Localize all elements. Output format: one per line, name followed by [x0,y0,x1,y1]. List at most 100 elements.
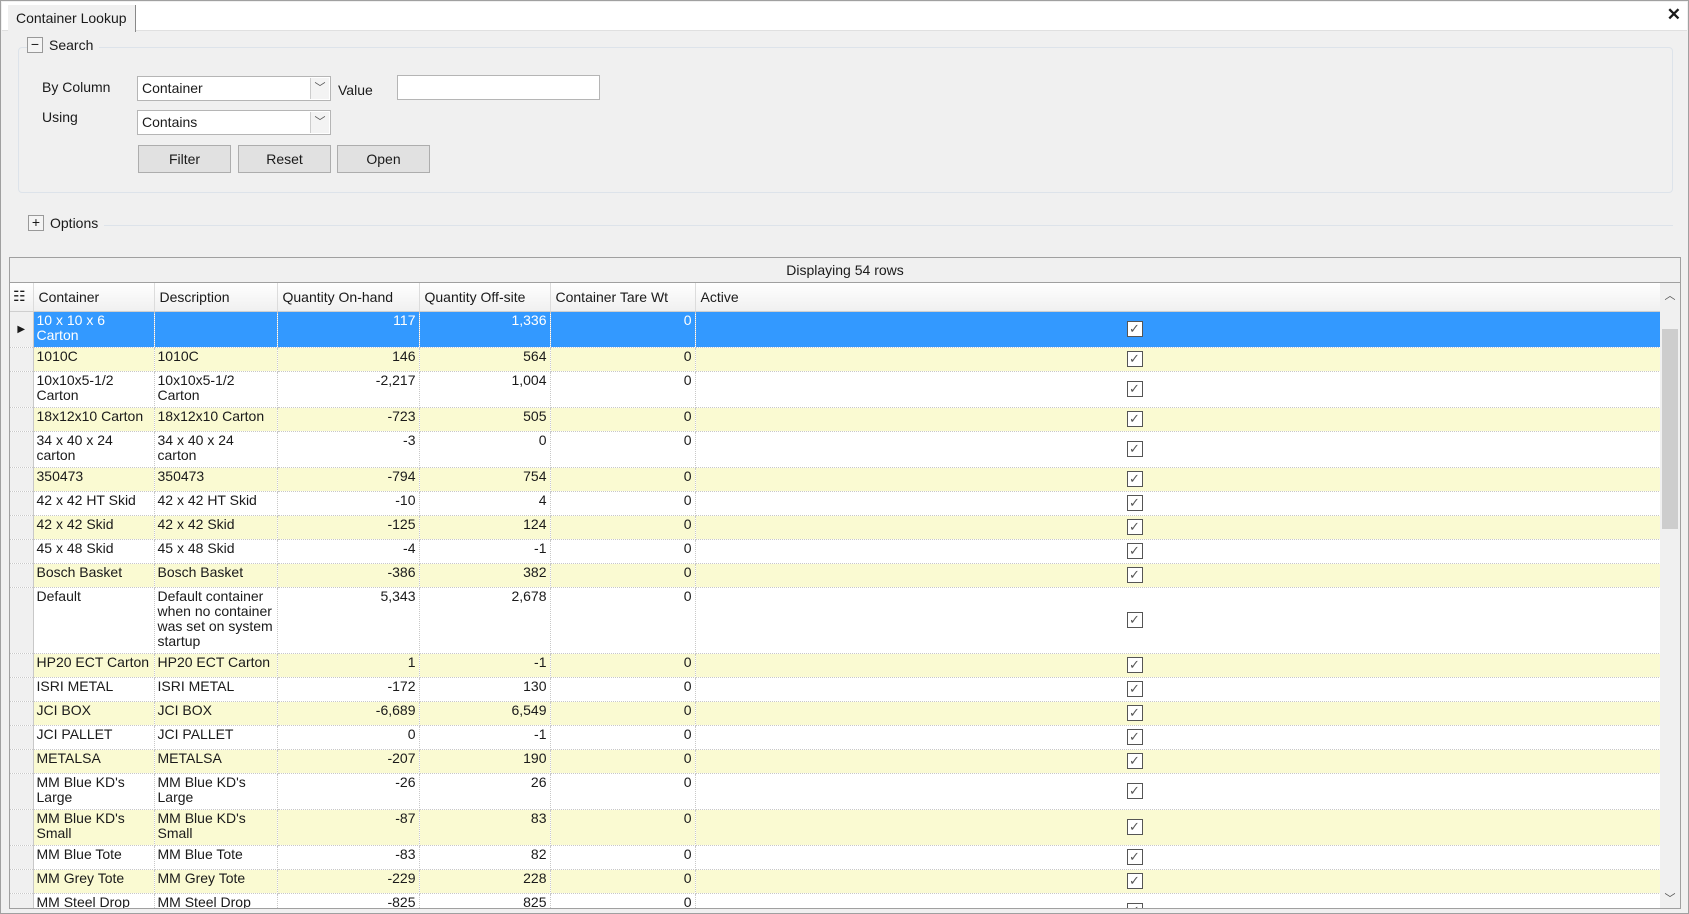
table-row[interactable]: HP20 ECT Carton HP20 ECT Carton 1 -1 0 ✓ [10,653,1661,678]
row-header[interactable] [10,515,34,540]
row-header[interactable] [10,347,34,372]
checkbox-checked-icon[interactable]: ✓ [1126,681,1143,697]
checkbox-checked-icon[interactable]: ✓ [1126,705,1143,721]
open-button[interactable]: Open [337,145,430,173]
checkbox-checked-icon[interactable]: ✓ [1126,321,1143,337]
row-header[interactable] [10,893,34,908]
table-row[interactable]: METALSA METALSA -207 190 0 ✓ [10,749,1661,774]
tab-container-lookup[interactable]: Container Lookup [8,5,136,32]
checkbox-checked-icon[interactable]: ✓ [1126,441,1143,457]
row-header[interactable] [10,467,34,492]
cell-qty-offsite: 130 [419,677,551,702]
expand-options-button[interactable]: + [28,215,44,231]
checkbox-checked-icon[interactable]: ✓ [1126,729,1143,745]
checkbox-checked-icon[interactable]: ✓ [1126,567,1143,583]
reset-button[interactable]: Reset [238,145,331,173]
cell-tare-wt: 0 [550,725,696,750]
scroll-down-icon[interactable]: ﹀ [1660,890,1680,906]
row-header[interactable] [10,677,34,702]
scrollbar-thumb[interactable] [1662,329,1678,529]
table-row[interactable]: ▶ 10 x 10 x 6 Carton 117 1,336 0 ✓ [10,311,1661,348]
checkbox-checked-icon[interactable]: ✓ [1126,471,1143,487]
cell-qty-offsite: 1,004 [419,371,551,408]
table-row[interactable]: MM Steel Drop TubMM Steel Drop Tub-82582… [10,893,1661,908]
column-header-container[interactable]: Container [33,283,155,312]
collapse-search-button[interactable]: − [27,37,43,53]
search-group-title: Search [49,37,94,53]
close-icon[interactable]: ✕ [1667,5,1681,25]
value-input[interactable] [397,75,600,100]
row-header[interactable] [10,809,34,846]
column-header-quantity-on-hand[interactable]: Quantity On-hand [277,283,420,312]
cell-container: 10x10x5-1/2 Carton [33,371,155,408]
chevron-down-icon[interactable]: ﹀ [310,112,329,133]
cell-qty-offsite: 754 [419,467,551,492]
vertical-scrollbar[interactable]: ︿ ﹀ [1660,283,1680,908]
checkbox-checked-icon[interactable]: ✓ [1126,657,1143,673]
checkbox-checked-icon[interactable]: ✓ [1126,351,1143,367]
column-header-active[interactable]: Active [695,283,1661,312]
chevron-down-icon[interactable]: ﹀ [310,78,329,99]
column-chooser-icon[interactable]: ☷ [10,283,34,312]
table-row[interactable]: Bosch Basket Bosch Basket -386 382 0 ✓ [10,563,1661,588]
using-select[interactable]: Contains ﹀ [137,110,331,135]
row-header[interactable] [10,491,34,516]
table-row[interactable]: 1010C 1010C 146 564 0 ✓ [10,347,1661,372]
column-header-quantity-off-site[interactable]: Quantity Off-site [419,283,551,312]
row-header[interactable] [10,431,34,468]
checkbox-checked-icon[interactable]: ✓ [1126,612,1143,628]
table-row[interactable]: JCI PALLET JCI PALLET 0 -1 0 ✓ [10,725,1661,750]
table-row[interactable]: 42 x 42 HT Skid 42 x 42 HT Skid -10 4 0 ✓ [10,491,1661,516]
checkbox-checked-icon[interactable]: ✓ [1126,519,1143,535]
table-row[interactable]: 45 x 48 Skid 45 x 48 Skid -4 -1 0 ✓ [10,539,1661,564]
cell-active: ✓ [695,491,1661,516]
table-row[interactable]: 42 x 42 Skid 42 x 42 Skid -125 124 0 ✓ [10,515,1661,540]
row-header[interactable] [10,539,34,564]
table-row[interactable]: JCI BOX JCI BOX -6,689 6,549 0 ✓ [10,701,1661,726]
column-header-description[interactable]: Description [154,283,278,312]
checkbox-checked-icon[interactable]: ✓ [1126,783,1143,799]
checkbox-checked-icon[interactable]: ✓ [1126,411,1143,427]
by-column-select[interactable]: Container ﹀ [137,76,331,101]
checkbox-checked-icon[interactable]: ✓ [1126,753,1143,769]
row-header[interactable] [10,725,34,750]
column-header-container-tare-wt[interactable]: Container Tare Wt [550,283,696,312]
table-row[interactable]: MM Blue KD's Large MM Blue KD's Large -26 2… [10,773,1661,810]
row-header[interactable] [10,563,34,588]
row-header[interactable] [10,869,34,894]
cell-container: JCI PALLET [33,725,155,750]
row-header[interactable] [10,845,34,870]
table-row[interactable]: Default Default container when no contain… [10,587,1661,654]
table-row[interactable]: 350473 350473 -794 754 0 ✓ [10,467,1661,492]
row-header[interactable] [10,749,34,774]
table-row[interactable]: MM Grey Tote MM Grey Tote -229 228 0 ✓ [10,869,1661,894]
checkbox-checked-icon[interactable]: ✓ [1126,495,1143,511]
options-divider [28,225,1673,226]
row-header[interactable] [10,653,34,678]
row-header[interactable] [10,587,34,654]
row-header[interactable] [10,773,34,810]
table-row[interactable]: ISRI METAL ISRI METAL -172 130 0 ✓ [10,677,1661,702]
checkbox-checked-icon[interactable]: ✓ [1126,381,1143,397]
row-header[interactable] [10,407,34,432]
row-header[interactable] [10,371,34,408]
row-header[interactable] [10,701,34,726]
table-row[interactable]: MM Blue Tote MM Blue Tote -83 82 0 ✓ [10,845,1661,870]
cell-description: Default container when no container was … [154,587,278,654]
cell-active: ✓ [695,809,1661,846]
cell-active: ✓ [695,347,1661,372]
cell-active: ✓ [695,701,1661,726]
cell-qty-onhand: 146 [277,347,420,372]
checkbox-checked-icon[interactable]: ✓ [1126,819,1143,835]
checkbox-checked-icon[interactable]: ✓ [1126,849,1143,865]
table-row[interactable]: 10x10x5-1/2 Carton 10x10x5-1/2 Carton -2,2… [10,371,1661,408]
checkbox-checked-icon[interactable]: ✓ [1126,543,1143,559]
table-row[interactable]: 18x12x10 Carton 18x12x10 Carton -723 505 0 ✓ [10,407,1661,432]
checkbox-checked-icon[interactable]: ✓ [1126,903,1143,908]
checkbox-checked-icon[interactable]: ✓ [1126,873,1143,889]
row-header[interactable]: ▶ [10,311,34,348]
scroll-up-icon[interactable]: ︿ [1660,287,1680,303]
filter-button[interactable]: Filter [138,145,231,173]
table-row[interactable]: MM Blue KD's Small MM Blue KD's Small -87 8… [10,809,1661,846]
table-row[interactable]: 34 x 40 x 24 carton 34 x 40 x 24 carton -3… [10,431,1661,468]
